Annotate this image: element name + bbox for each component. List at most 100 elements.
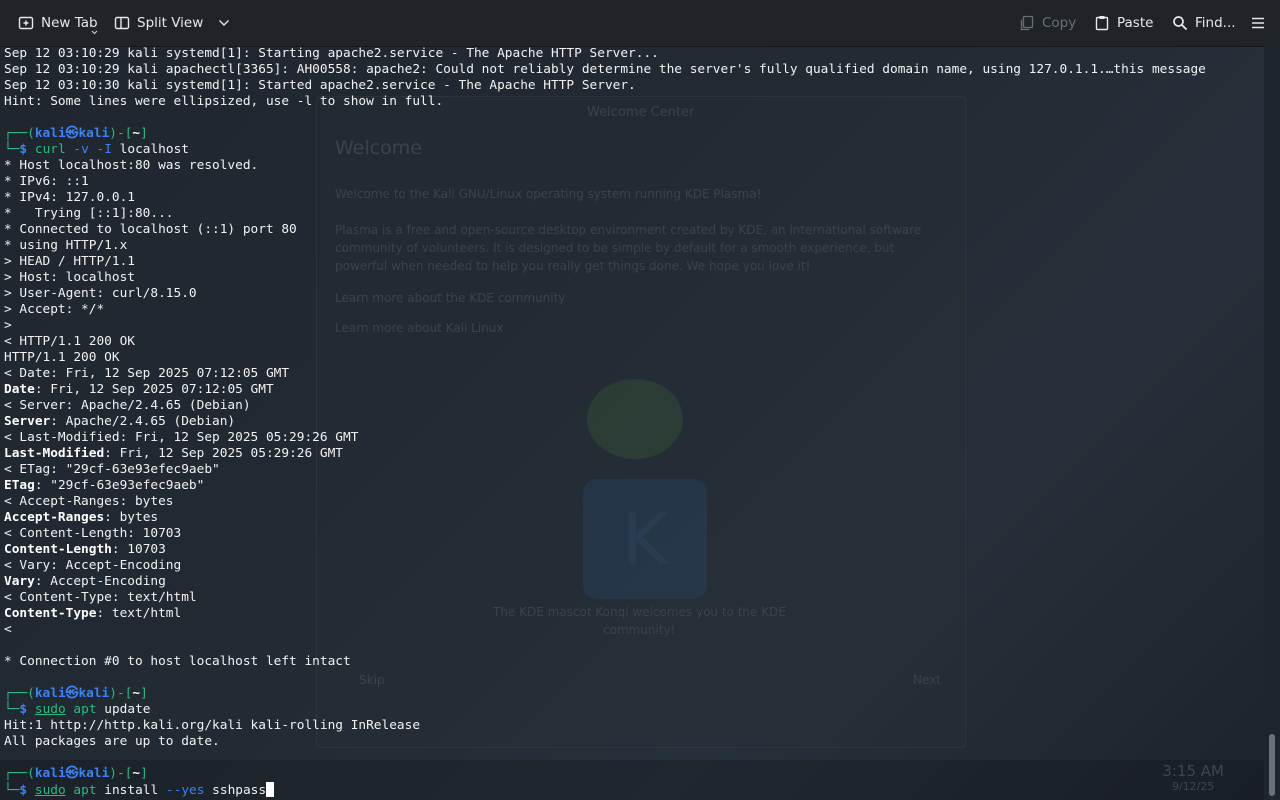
response-header: Last-Modified: Fri, 12 Sep 2025 05:29:26… bbox=[4, 446, 343, 462]
paste-button[interactable]: Paste bbox=[1094, 0, 1153, 46]
prompt-dir: ~ bbox=[132, 686, 141, 701]
curl-output-line: HTTP/1.1 200 OK bbox=[4, 350, 120, 365]
terminal-scrollbar[interactable] bbox=[1264, 46, 1280, 800]
log-line: Sep 12 03:10:30 kali systemd[1]: Started… bbox=[4, 78, 636, 93]
prompt-line: ┌──(kali㉿kali)-[~] bbox=[4, 766, 148, 781]
header-value: : "29cf-63e93efec9aeb" bbox=[34, 478, 205, 493]
header-key: Server bbox=[4, 414, 51, 429]
curl-output-line: * Connected to localhost (::1) port 80 bbox=[4, 222, 297, 237]
split-view-icon bbox=[114, 16, 130, 30]
prompt-user: kali bbox=[34, 686, 66, 701]
command-arg: install bbox=[104, 783, 159, 798]
curl-output-line: * using HTTP/1.x bbox=[4, 238, 128, 253]
header-value: : Fri, 12 Sep 2025 05:29:26 GMT bbox=[104, 446, 344, 461]
response-header: Content-Length: 10703 bbox=[4, 542, 166, 558]
command-program: apt bbox=[73, 783, 97, 798]
curl-output-line: > Accept: */* bbox=[4, 302, 105, 317]
command-line-active[interactable]: └─$ sudo apt install --yes sshpass bbox=[4, 782, 275, 798]
command-program: apt bbox=[73, 702, 97, 717]
prompt-dir: ~ bbox=[132, 766, 141, 781]
header-value: : text/html bbox=[96, 606, 182, 621]
command-flag: --yes bbox=[165, 783, 205, 798]
text-cursor bbox=[266, 782, 275, 797]
log-line: Sep 12 03:10:29 kali systemd[1]: Startin… bbox=[4, 46, 659, 61]
response-header: Content-Type: text/html bbox=[4, 606, 181, 622]
response-header-raw: < ETag: "29cf-63e93efec9aeb" bbox=[4, 462, 220, 477]
curl-output-line: * Host localhost:80 was resolved. bbox=[4, 158, 259, 173]
log-line: Sep 12 03:10:29 kali apachectl[3365]: AH… bbox=[4, 62, 1206, 77]
header-key: Last-Modified bbox=[4, 446, 105, 461]
new-tab-label: New Tab bbox=[41, 15, 98, 31]
prompt-user: kali bbox=[34, 766, 66, 781]
search-icon bbox=[1173, 16, 1188, 31]
connection-line: * Connection #0 to host localhost left i… bbox=[4, 654, 351, 669]
copy-button[interactable]: Copy bbox=[1019, 0, 1076, 46]
prompt-host: kali bbox=[78, 766, 110, 781]
curl-output-line: > bbox=[4, 318, 12, 333]
command-line: └─$ sudo apt update bbox=[4, 702, 151, 717]
header-key: Accept-Ranges bbox=[4, 510, 105, 525]
response-header: Vary: Accept-Encoding bbox=[4, 574, 166, 590]
split-view-button[interactable]: Split View bbox=[114, 0, 230, 46]
header-value: : Apache/2.4.65 (Debian) bbox=[50, 414, 236, 429]
header-value: : bytes bbox=[104, 510, 159, 525]
new-tab-button[interactable]: New Tab bbox=[18, 0, 98, 46]
prompt-at: ㉿ bbox=[65, 126, 79, 141]
response-header: Server: Apache/2.4.65 (Debian) bbox=[4, 414, 235, 430]
response-header-raw: < Server: Apache/2.4.65 (Debian) bbox=[4, 398, 251, 413]
prompt-host: kali bbox=[78, 126, 110, 141]
copy-icon bbox=[1020, 15, 1034, 31]
copy-label: Copy bbox=[1042, 15, 1077, 31]
response-header-raw: < Vary: Accept-Encoding bbox=[4, 558, 182, 573]
curl-output-line: < Date: Fri, 12 Sep 2025 07:12:05 GMT bbox=[4, 366, 290, 381]
header-key: Content-Type bbox=[4, 606, 97, 621]
command-line: └─$ curl -v -I localhost bbox=[4, 142, 189, 157]
response-header-raw: < Last-Modified: Fri, 12 Sep 2025 05:29:… bbox=[4, 430, 359, 445]
response-header: Date: Fri, 12 Sep 2025 07:12:05 GMT bbox=[4, 382, 274, 398]
command-sudo: sudo bbox=[34, 702, 66, 717]
command-program: curl bbox=[34, 142, 66, 157]
terminal-toolbar: New Tab Split View Copy Paste Find... bbox=[0, 0, 1280, 47]
curl-output-line: > Host: localhost bbox=[4, 270, 135, 285]
response-header: ETag: "29cf-63e93efec9aeb" bbox=[4, 478, 204, 494]
command-arg: update bbox=[104, 702, 151, 717]
split-view-chevron-down-icon[interactable] bbox=[218, 19, 230, 27]
prompt-line: ┌──(kali㉿kali)-[~] bbox=[4, 686, 148, 701]
header-value: : Accept-Encoding bbox=[34, 574, 166, 589]
paste-label: Paste bbox=[1117, 15, 1154, 31]
prompt-at: ㉿ bbox=[65, 686, 79, 701]
hamburger-menu-icon bbox=[1252, 17, 1264, 29]
apt-output-line: All packages are up to date. bbox=[4, 734, 220, 749]
paste-icon bbox=[1095, 16, 1109, 31]
new-tab-menu-chevron-icon[interactable] bbox=[91, 30, 98, 35]
curl-output-line: * Trying [::1]:80... bbox=[4, 206, 174, 221]
header-key: Content-Length bbox=[4, 542, 112, 557]
curl-output-line: * IPv4: 127.0.0.1 bbox=[4, 190, 135, 205]
response-header-raw: < Content-Length: 10703 bbox=[4, 526, 182, 541]
prompt-user: kali bbox=[34, 126, 66, 141]
find-label: Find... bbox=[1195, 15, 1236, 31]
new-tab-icon bbox=[18, 16, 34, 30]
prompt-line: ┌──(kali㉿kali)-[~] bbox=[4, 126, 148, 141]
find-button[interactable]: Find... bbox=[1172, 0, 1236, 46]
scrollbar-thumb[interactable] bbox=[1269, 734, 1275, 796]
response-header-raw: < bbox=[4, 622, 12, 637]
curl-output-line: > HEAD / HTTP/1.1 bbox=[4, 254, 135, 269]
header-key: Vary bbox=[4, 574, 35, 589]
terminal-output[interactable]: Sep 12 03:10:29 kali systemd[1]: Startin… bbox=[0, 46, 1264, 800]
prompt-dir: ~ bbox=[132, 126, 141, 141]
header-value: : Fri, 12 Sep 2025 07:12:05 GMT bbox=[34, 382, 274, 397]
header-value: : 10703 bbox=[111, 542, 166, 557]
log-line: Hint: Some lines were ellipsized, use -l… bbox=[4, 94, 444, 109]
command-arg: localhost bbox=[119, 142, 189, 157]
header-key: Date bbox=[4, 382, 35, 397]
split-view-label: Split View bbox=[137, 15, 204, 31]
response-header: Accept-Ranges: bytes bbox=[4, 510, 158, 526]
header-key: ETag bbox=[4, 478, 35, 493]
response-header-raw: < Accept-Ranges: bytes bbox=[4, 494, 174, 509]
command-sudo: sudo bbox=[34, 783, 66, 798]
command-arg: sshpass bbox=[212, 783, 267, 798]
hamburger-menu-button[interactable] bbox=[1250, 0, 1266, 46]
curl-output-line: < HTTP/1.1 200 OK bbox=[4, 334, 135, 349]
response-header-raw: < Content-Type: text/html bbox=[4, 590, 197, 605]
